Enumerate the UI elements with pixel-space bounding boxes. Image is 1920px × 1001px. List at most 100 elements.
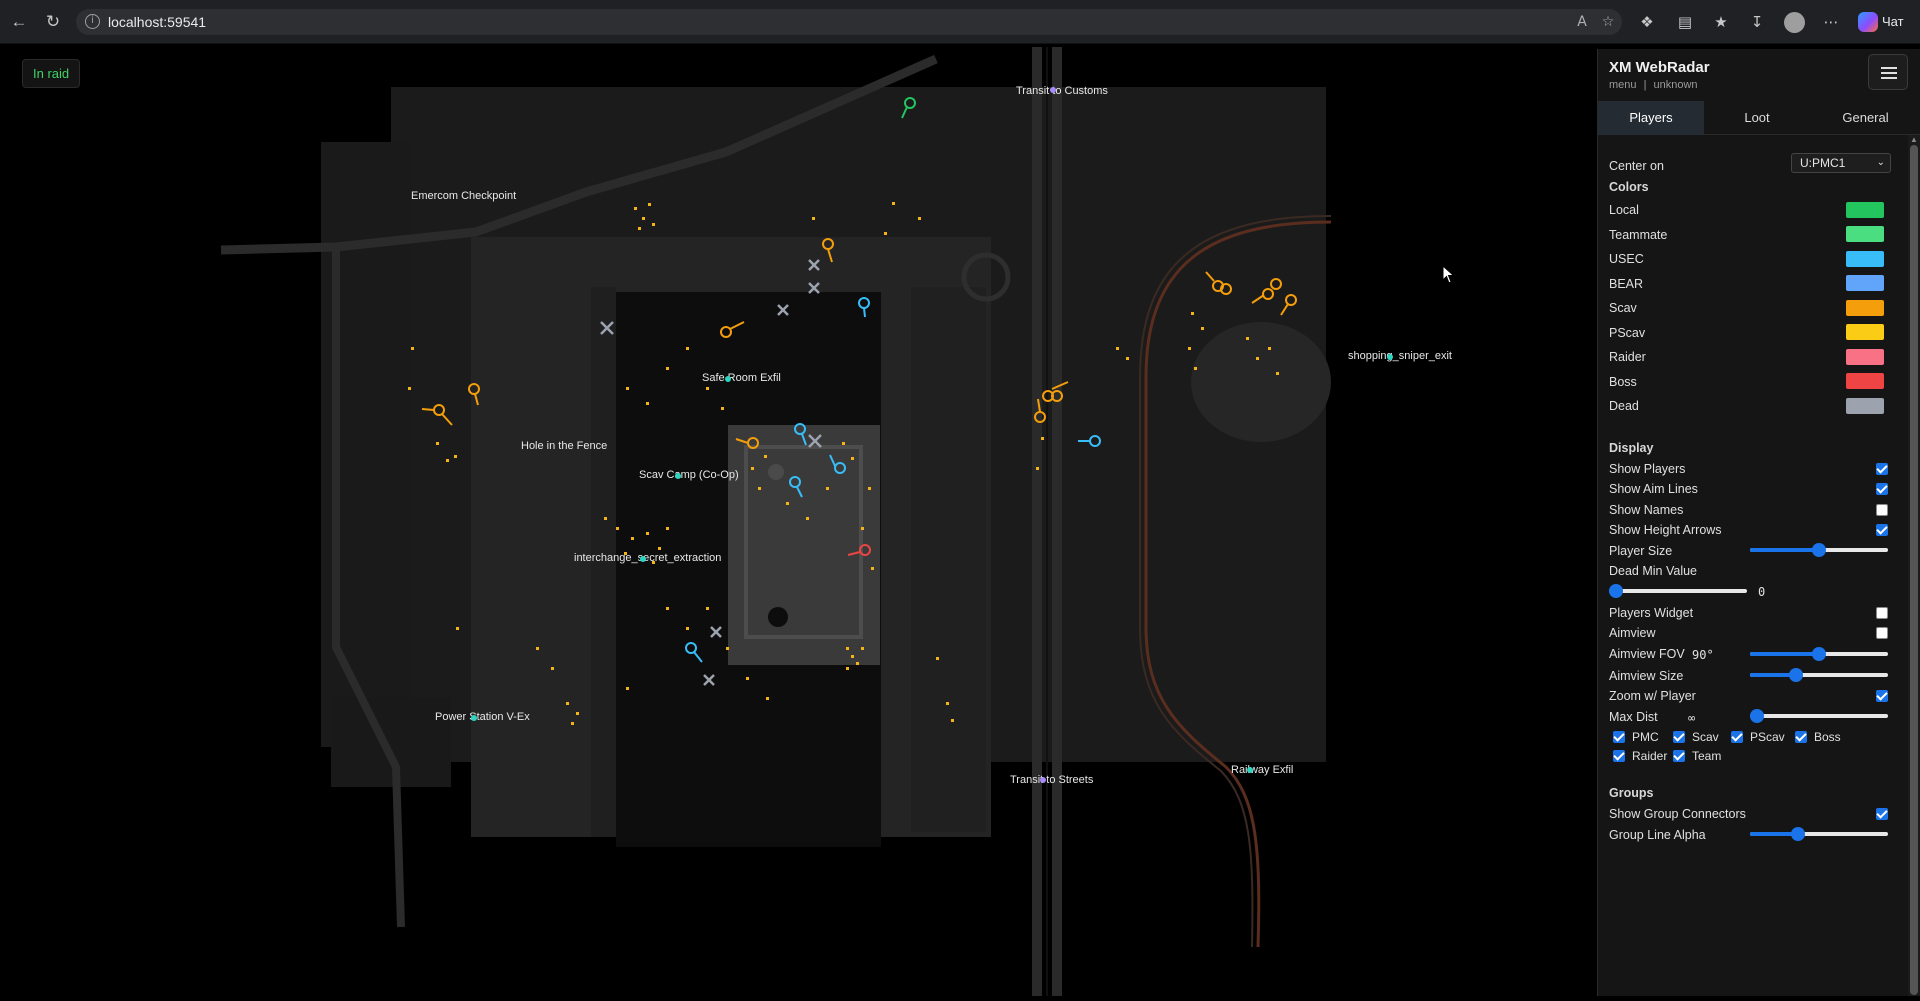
color-swatch-teammate[interactable]	[1846, 226, 1884, 242]
tab-players[interactable]: Players	[1598, 101, 1704, 135]
show-names-checkbox[interactable]	[1876, 504, 1888, 516]
show-height-arrows-label: Show Height Arrows	[1609, 523, 1722, 537]
max-dist-readout: ∞	[1688, 711, 1696, 725]
filter-scav-checkbox[interactable]	[1673, 731, 1685, 743]
show-aim-lines-checkbox[interactable]	[1876, 483, 1888, 495]
slider-knob[interactable]	[1812, 647, 1826, 661]
slider-knob[interactable]	[1750, 709, 1764, 723]
map-label: Emercom Checkpoint	[411, 190, 516, 202]
subtitle-separator: |	[1643, 79, 1647, 91]
exfil-marker-icon	[725, 376, 731, 382]
exfil-marker-icon	[1387, 354, 1393, 360]
map-canvas[interactable]: Transit to Customs Emercom Checkpoint Sa…	[6, 47, 1596, 996]
split-screen-icon[interactable]: ▤	[1674, 11, 1696, 33]
filter-team-label: Team	[1692, 749, 1722, 763]
player-size-slider[interactable]	[1750, 542, 1888, 558]
map-label: Safe Room Exfil	[702, 372, 781, 384]
favorite-star-icon[interactable]: ☆	[1598, 12, 1618, 32]
scroll-up-icon[interactable]: ▲	[1909, 135, 1919, 145]
color-swatch-pscav[interactable]	[1846, 324, 1884, 340]
extensions-icon[interactable]: ❖	[1636, 11, 1658, 33]
filter-pmc-label: PMC	[1632, 730, 1659, 744]
aimview-size-slider[interactable]	[1750, 667, 1888, 683]
more-menu-icon[interactable]: ⋯	[1820, 11, 1842, 33]
dead-min-value-readout: 0	[1758, 585, 1766, 599]
slider-knob[interactable]	[1791, 827, 1806, 841]
show-players-checkbox[interactable]	[1876, 463, 1888, 475]
tab-loot[interactable]: Loot	[1704, 101, 1810, 135]
radar-map[interactable]: Transit to Customs Emercom Checkpoint Sa…	[6, 47, 1596, 996]
filter-team-checkbox[interactable]	[1673, 750, 1685, 762]
show-group-connectors-checkbox[interactable]	[1876, 808, 1888, 820]
slider-knob[interactable]	[1812, 543, 1826, 557]
downloads-icon[interactable]: ↧	[1746, 11, 1768, 33]
site-info-icon[interactable]: i	[85, 14, 100, 29]
color-swatch-dead[interactable]	[1846, 398, 1884, 414]
exfil-marker-icon	[1040, 777, 1046, 783]
map-ground-sw	[331, 697, 451, 787]
scrollbar-thumb[interactable]	[1910, 145, 1918, 995]
map-label: Hole in the Fence	[521, 440, 607, 452]
zoom-with-player-label: Zoom w/ Player	[1609, 689, 1696, 703]
map-label: interchange_secret_extraction	[574, 552, 721, 564]
color-swatch-bear[interactable]	[1846, 275, 1884, 291]
aimview-checkbox[interactable]	[1876, 627, 1888, 639]
favorites-icon[interactable]: ★	[1710, 11, 1732, 33]
page-viewport: Transit to Customs Emercom Checkpoint Sa…	[0, 44, 1920, 996]
mall-atrium	[728, 425, 880, 665]
center-on-value: U:PMC1	[1800, 156, 1846, 170]
dead-min-value-slider[interactable]	[1609, 583, 1747, 599]
filter-pmc-checkbox[interactable]	[1613, 731, 1625, 743]
exfil-marker-icon	[1050, 87, 1056, 93]
color-label-pscav: PScav	[1609, 326, 1646, 340]
back-icon[interactable]: ←	[8, 11, 30, 33]
filter-boss-checkbox[interactable]	[1795, 731, 1807, 743]
slider-knob[interactable]	[1788, 668, 1803, 682]
hamburger-icon-line	[1881, 72, 1897, 74]
tab-general[interactable]: General	[1810, 101, 1920, 135]
max-dist-slider[interactable]	[1750, 708, 1888, 724]
slider-track	[1609, 589, 1747, 593]
profile-avatar-icon[interactable]	[1784, 12, 1805, 33]
colors-section-label: Colors	[1609, 180, 1649, 194]
player-size-label: Player Size	[1609, 544, 1673, 558]
copilot-button[interactable]: Чат	[1858, 11, 1916, 33]
color-swatch-scav[interactable]	[1846, 300, 1884, 316]
exfil-marker-icon	[471, 715, 477, 721]
map-label: Transit to Customs	[1016, 85, 1108, 97]
aimview-size-label: Aimview Size	[1609, 669, 1684, 683]
color-swatch-raider[interactable]	[1846, 349, 1884, 365]
filter-pscav-checkbox[interactable]	[1731, 731, 1743, 743]
color-swatch-usec[interactable]	[1846, 251, 1884, 267]
color-label-usec: USEC	[1609, 252, 1644, 266]
east-park	[1191, 322, 1331, 442]
address-bar[interactable]: i localhost:59541 А ☆	[76, 9, 1622, 35]
color-swatch-local[interactable]	[1846, 202, 1884, 218]
color-label-local: Local	[1609, 203, 1639, 217]
url-text: localhost:59541	[108, 14, 207, 30]
center-on-select[interactable]: U:PMC1 ⌄	[1791, 153, 1891, 173]
zoom-with-player-checkbox[interactable]	[1876, 690, 1888, 702]
show-height-arrows-checkbox[interactable]	[1876, 524, 1888, 536]
color-swatch-boss[interactable]	[1846, 373, 1884, 389]
filter-raider-checkbox[interactable]	[1613, 750, 1625, 762]
show-aim-lines-label: Show Aim Lines	[1609, 482, 1698, 496]
app-subtitle: menu | unknown	[1609, 79, 1698, 91]
map-label: Scav Camp (Co-Op)	[639, 469, 739, 481]
filter-pscav-label: PScav	[1750, 730, 1785, 744]
group-line-alpha-slider[interactable]	[1750, 826, 1888, 842]
radar-settings-panel: XM WebRadar menu | unknown Players Loot …	[1597, 49, 1920, 996]
panel-scrollbar[interactable]: ▲	[1908, 135, 1920, 996]
hamburger-menu-button[interactable]	[1868, 54, 1908, 90]
groups-section-label: Groups	[1609, 786, 1654, 800]
show-group-connectors-label: Show Group Connectors	[1609, 807, 1746, 821]
slider-knob[interactable]	[1609, 584, 1623, 598]
color-label-scav: Scav	[1609, 301, 1637, 315]
map-label: Railway Exfil	[1231, 764, 1293, 776]
color-label-raider: Raider	[1609, 350, 1646, 364]
aimview-fov-slider[interactable]	[1750, 646, 1888, 662]
translate-icon[interactable]: А	[1572, 12, 1592, 32]
reload-icon[interactable]: ↻	[42, 11, 64, 33]
copilot-icon	[1858, 12, 1878, 32]
players-widget-checkbox[interactable]	[1876, 607, 1888, 619]
